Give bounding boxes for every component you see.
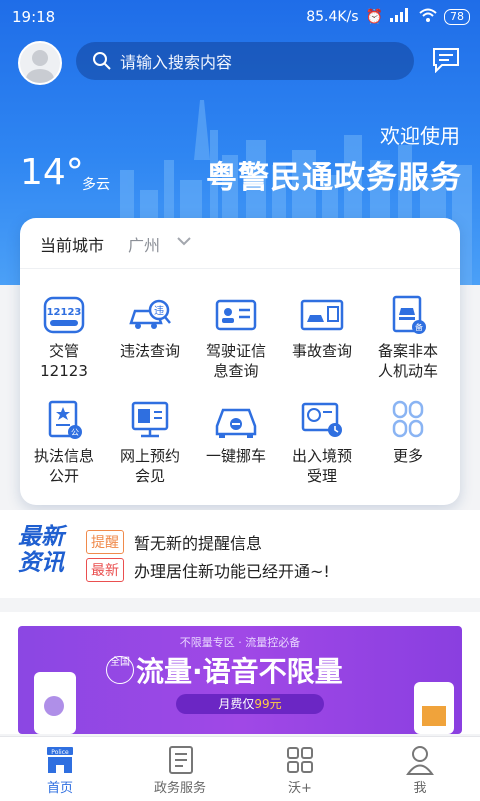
wifi-icon [419, 8, 437, 26]
banner-badge: 全国 [106, 656, 134, 684]
news-text: 暂无新的提醒信息 [134, 534, 263, 553]
service-label: 交管 12123 [40, 342, 88, 380]
alarm-icon: ⏰ [365, 9, 383, 25]
tab-label: 政务服务 [153, 781, 206, 796]
service-label: 更多 [392, 447, 423, 465]
service-label: 违法查询 [119, 342, 180, 360]
news-logo: 最新 资讯 [18, 524, 64, 576]
service-label: 一键挪车 [205, 447, 266, 465]
svg-text:备: 备 [415, 322, 423, 332]
tab-label: 沃+ [288, 781, 312, 796]
service-accident-query[interactable]: 事故查询 [279, 295, 365, 361]
status-time: 19:18 [12, 8, 56, 26]
home-police-icon: Police [47, 747, 73, 773]
banner-main-text: 流量·语音不限量 [136, 655, 343, 688]
service-license-query[interactable]: 驾驶证信 息查询 [193, 295, 279, 381]
tab-government-services[interactable]: 政务服务 [120, 741, 240, 796]
accident-icon [300, 299, 344, 331]
battery-indicator: 78 [444, 9, 470, 25]
temperature: 14° [20, 152, 84, 193]
search-bar[interactable]: 请输入搜索内容 [76, 42, 414, 80]
violation-car-icon: 违 [129, 299, 171, 329]
status-bar: 19:18 85.4K/s ⏰ 78 [0, 0, 480, 34]
news-tag: 提醒 [86, 530, 124, 554]
svg-text:公: 公 [71, 428, 79, 437]
person-icon [406, 746, 434, 775]
service-online-appointment[interactable]: 网上预约 会见 [107, 400, 193, 486]
news-section: 最新 资讯 提醒 暂无新的提醒信息 最新 办理居住新功能已经开通~! [0, 510, 480, 598]
message-icon[interactable] [432, 47, 460, 73]
news-text: 办理居住新功能已经开通~! [134, 562, 330, 581]
move-car-icon [215, 408, 257, 438]
law-info-icon: 公 [48, 400, 82, 439]
svg-text:Police: Police [51, 749, 69, 756]
exit-entry-icon [301, 402, 342, 437]
bottom-tab-bar: Police 首页 政务服务 沃+ 我 [0, 736, 480, 801]
avatar-person-icon [26, 50, 54, 83]
welcome-text: 欢迎使用 [380, 124, 460, 148]
tab-label: 首页 [46, 781, 73, 796]
service-title: 粤警民通政务服务 [206, 160, 462, 196]
svg-text:违: 违 [154, 305, 164, 317]
city-value: 广州 [128, 236, 161, 255]
service-label: 出入境预 受理 [291, 447, 352, 485]
service-traffic-12123[interactable]: 12123 交管 12123 [21, 295, 107, 381]
network-speed: 85.4K/s [306, 9, 359, 25]
service-label: 网上预约 会见 [119, 447, 180, 485]
phone-illustration-icon [34, 672, 76, 734]
service-law-info[interactable]: 公 执法信息 公开 [21, 400, 107, 486]
grid-icon [287, 747, 313, 773]
tab-me[interactable]: 我 [360, 741, 480, 796]
vehicle-record-icon: 备 [392, 295, 426, 334]
promo-banner[interactable]: 不限量专区 · 流量控必备 全国 流量·语音不限量 月费仅99元 [18, 626, 462, 734]
tab-wo-plus[interactable]: 沃+ [240, 741, 360, 796]
banner-section: 不限量专区 · 流量控必备 全国 流量·语音不限量 月费仅99元 [0, 612, 480, 734]
document-icon [169, 746, 193, 774]
search-icon [93, 52, 111, 70]
service-vehicle-record[interactable]: 备 备案非本 人机动车 [365, 295, 451, 381]
svg-text:12123: 12123 [47, 307, 82, 318]
more-grid-icon [392, 400, 424, 438]
banner-price: 月费仅99元 [176, 694, 324, 714]
appointment-icon [131, 401, 169, 438]
news-item[interactable]: 提醒 暂无新的提醒信息 [86, 530, 262, 554]
service-label: 执法信息 公开 [33, 447, 94, 485]
license-card-icon [215, 299, 257, 331]
service-label: 驾驶证信 息查询 [205, 342, 266, 380]
weather-text: 多云 [82, 177, 110, 193]
news-tag: 最新 [86, 558, 124, 582]
news-item[interactable]: 最新 办理居住新功能已经开通~! [86, 558, 330, 582]
services-card: 当前城市 广州 12123 交管 12123 违 违法查询 驾驶证信 息查询 事… [20, 218, 460, 505]
traffic-12123-icon: 12123 [43, 296, 85, 334]
signal-icon [390, 8, 412, 26]
banner-top-text: 不限量专区 · 流量控必备 [179, 636, 301, 649]
city-label: 当前城市 [40, 236, 105, 255]
tab-home[interactable]: Police 首页 [0, 741, 120, 796]
service-violation-query[interactable]: 违 违法查询 [107, 295, 193, 361]
service-more[interactable]: 更多 [365, 400, 451, 466]
service-label: 备案非本 人机动车 [377, 342, 438, 380]
service-label: 事故查询 [291, 342, 352, 360]
chevron-down-icon [177, 237, 191, 246]
search-placeholder: 请输入搜索内容 [120, 53, 233, 72]
service-exit-entry[interactable]: 出入境预 受理 [279, 400, 365, 486]
tab-label: 我 [413, 781, 427, 796]
service-move-car[interactable]: 一键挪车 [193, 400, 279, 466]
city-selector[interactable]: 当前城市 广州 [20, 218, 460, 269]
gift-illustration-icon [414, 682, 454, 734]
user-avatar[interactable] [18, 41, 62, 85]
